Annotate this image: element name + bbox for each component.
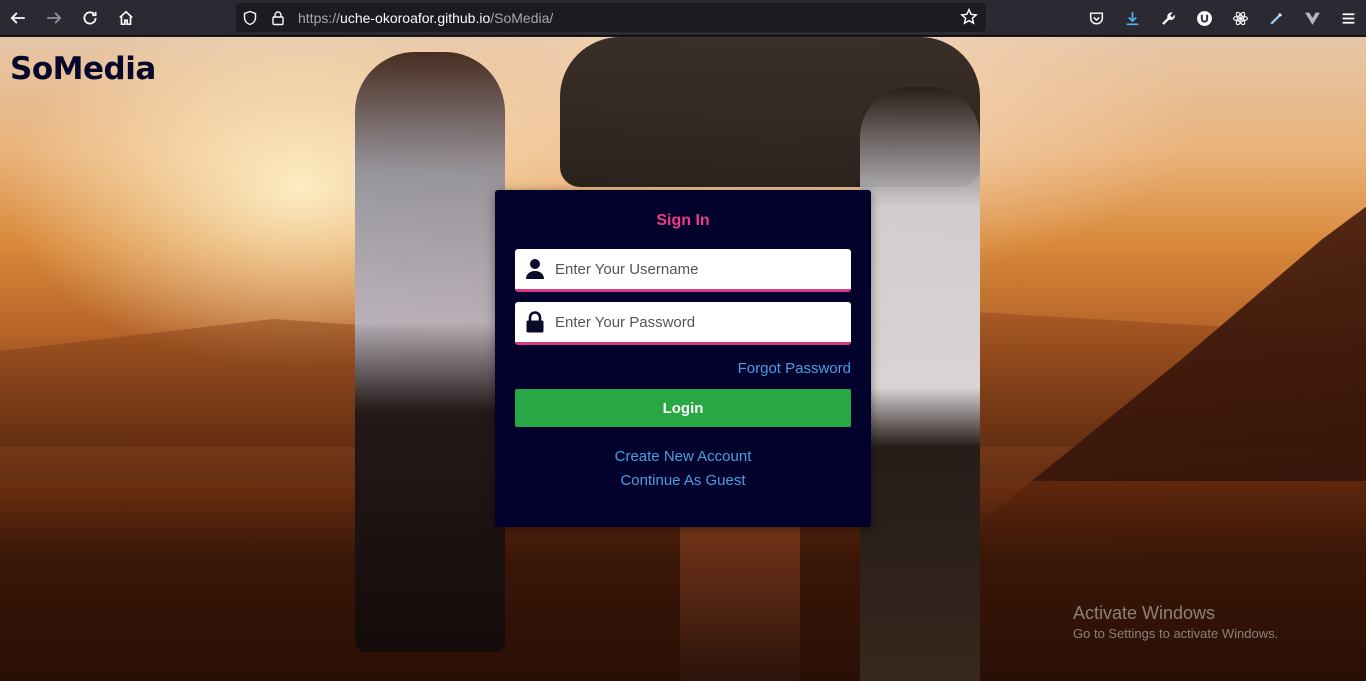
activate-windows-subtitle: Go to Settings to activate Windows. [1073, 626, 1279, 641]
url-path: /SoMedia/ [490, 9, 554, 26]
browser-toolbar: https://uche-okoroafor.github.io/SoMedia… [0, 0, 1366, 36]
login-button[interactable]: Login [515, 389, 851, 427]
wrench-icon[interactable] [1150, 0, 1186, 36]
menu-hamburger-icon[interactable] [1330, 0, 1366, 36]
bookmark-star-icon[interactable] [960, 7, 980, 28]
brand-logo: SoMedia [10, 51, 156, 87]
background-person-left [355, 52, 505, 652]
create-account-link[interactable]: Create New Account [495, 448, 871, 465]
color-picker-icon[interactable] [1258, 0, 1294, 36]
username-field [515, 249, 851, 292]
user-icon [515, 249, 555, 289]
back-icon[interactable] [0, 0, 36, 36]
continue-as-guest-link[interactable]: Continue As Guest [495, 472, 871, 489]
activate-windows-watermark: Activate Windows Go to Settings to activ… [1073, 603, 1278, 641]
url-text[interactable]: https://uche-okoroafor.github.io/SoMedia… [298, 10, 553, 26]
username-input[interactable] [555, 249, 835, 289]
pocket-icon[interactable] [1078, 0, 1114, 36]
tracking-shield-icon[interactable] [236, 3, 264, 32]
password-field [515, 302, 851, 345]
background-person-legs [680, 517, 800, 681]
page-background: SoMedia Sign In Forgot Password Login Cr… [0, 37, 1366, 681]
ublock-extension-icon[interactable] [1186, 0, 1222, 36]
forward-icon[interactable] [36, 0, 72, 36]
toolbar-right [1078, 0, 1366, 36]
url-scheme: https:// [298, 9, 341, 26]
padlock-icon [515, 302, 555, 342]
login-card: Sign In Forgot Password Login Create New… [495, 190, 871, 527]
forgot-password-link[interactable]: Forgot Password [738, 360, 851, 377]
background-person-right [860, 87, 980, 681]
download-icon[interactable] [1114, 0, 1150, 36]
password-input[interactable] [555, 302, 835, 342]
reload-icon[interactable] [72, 0, 108, 36]
home-icon[interactable] [108, 0, 144, 36]
url-host: uche-okoroafor.github.io [340, 9, 491, 26]
vue-devtools-icon[interactable] [1294, 0, 1330, 36]
lock-icon[interactable] [264, 3, 292, 32]
sign-in-title: Sign In [656, 212, 710, 229]
activate-windows-title: Activate Windows [1073, 603, 1216, 623]
react-devtools-icon[interactable] [1222, 0, 1258, 36]
address-bar[interactable]: https://uche-okoroafor.github.io/SoMedia… [236, 3, 986, 32]
